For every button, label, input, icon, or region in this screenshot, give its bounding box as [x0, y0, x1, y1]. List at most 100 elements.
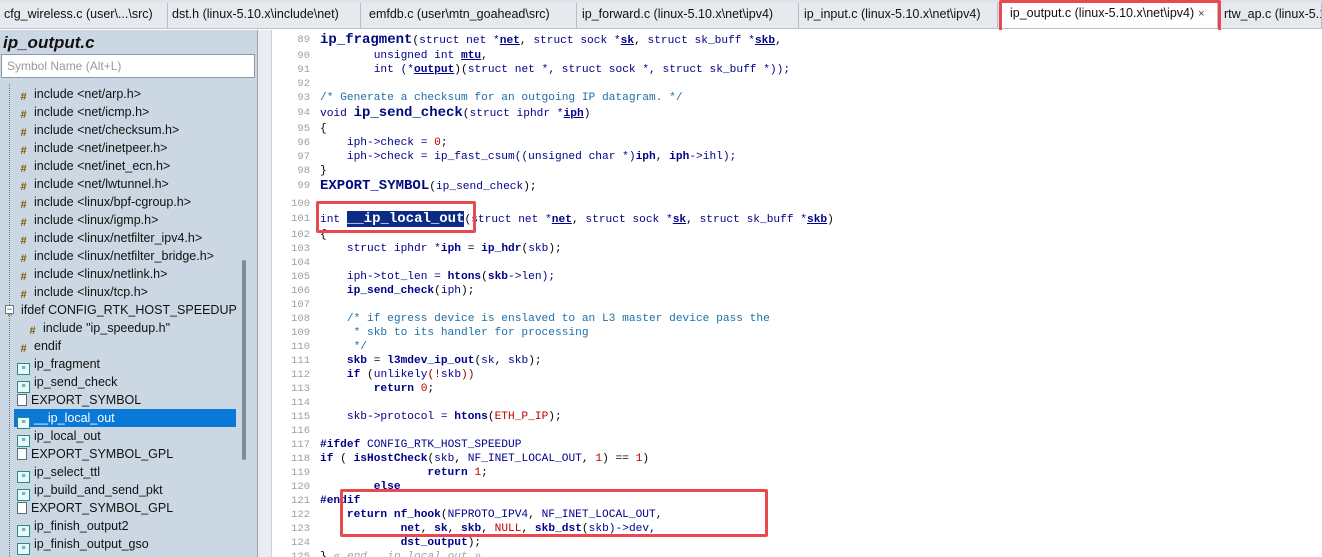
code-line[interactable]: 113 return 0;: [272, 382, 434, 396]
code-line[interactable]: 93 /* Generate a checksum for an outgoing…: [272, 91, 682, 105]
symbol-item[interactable]: ≡ ip_select_ttl: [17, 463, 100, 483]
code-line[interactable]: 122 return nf_hook(NFPROTO_IPV4, NF_INET…: [272, 508, 662, 522]
code-line[interactable]: 112 if (unlikely(!skb)): [272, 368, 474, 382]
code-line[interactable]: 123 net, sk, skb, NULL, skb_dst(skb)->de…: [272, 522, 656, 536]
tab-emfdb-c[interactable]: emfdb.c (user\mtn_goahead\src): [361, 3, 577, 28]
code-token: skb: [461, 523, 482, 535]
code-token: mtu: [461, 50, 482, 62]
tab-ip-input-c[interactable]: ip_input.c (linux-5.10.x\net\ipv4): [799, 3, 998, 28]
symbol-search-input[interactable]: [1, 54, 255, 78]
code-line[interactable]: 115 skb->protocol = htons(ETH_P_IP);: [272, 410, 562, 424]
code-token: iph: [635, 151, 656, 163]
symbol-item[interactable]: ≡ ip_build_and_send_pkt: [17, 481, 163, 501]
code-line[interactable]: 103 struct iphdr *iph = ip_hdr(skb);: [272, 242, 562, 256]
code-line[interactable]: 120 else: [272, 480, 400, 494]
symbol-item[interactable]: ≡ __ip_local_out: [14, 409, 236, 429]
symbol-item[interactable]: # endif: [17, 337, 61, 355]
code-token: ip_send_check: [353, 105, 463, 121]
code-editor[interactable]: 89 ip_fragment(struct net *net, struct so…: [272, 30, 1322, 557]
code-line[interactable]: 124 dst_output);: [272, 536, 481, 550]
code-text: * skb to its handler for processing: [320, 326, 589, 340]
code-line[interactable]: 91 int (*output)(struct net *, struct so…: [272, 63, 790, 77]
symbol-item[interactable]: #ifdef CONFIG_RTK_HOST_SPEEDUP: [4, 301, 236, 319]
tab-rtw-ap-c[interactable]: rtw_ap.c (linux-5.10: [1218, 3, 1322, 28]
code-line[interactable]: 106 ip_send_check(iph);: [272, 284, 474, 298]
line-number: 90: [297, 50, 310, 62]
code-token: struct: [320, 243, 388, 255]
symbol-item[interactable]: ≡ ip_local_out: [17, 427, 101, 447]
code-line[interactable]: 107: [272, 298, 310, 312]
symbol-item[interactable]: # include <linux/netfilter_ipv4.h>: [17, 229, 202, 247]
symbol-item[interactable]: # include "ip_speedup.h": [26, 319, 170, 337]
code-line[interactable]: 95 {: [272, 122, 326, 136]
symbol-item[interactable]: # include <linux/netfilter_bridge.h>: [17, 247, 214, 265]
code-token: ;: [427, 383, 435, 395]
include-icon: #: [20, 235, 27, 247]
code-line[interactable]: 98}: [272, 164, 326, 178]
tab-ip-forward-c[interactable]: ip_forward.c (linux-5.10.x\net\ipv4): [577, 3, 799, 28]
symbol-item[interactable]: # include <net/inet_ecn.h>: [17, 157, 170, 175]
code-token: __ip_local_out: [346, 211, 465, 227]
code-line[interactable]: 90 unsigned int mtu,: [272, 49, 487, 63]
code-token: (: [434, 285, 441, 297]
code-line[interactable]: 110 */: [272, 340, 367, 354]
symbol-item[interactable]: EXPORT_SYMBOL_GPL: [17, 499, 173, 517]
symbol-item[interactable]: # include <linux/netlink.h>: [17, 265, 167, 283]
symbol-item[interactable]: # include <linux/tcp.h>: [17, 283, 148, 301]
symbol-item-label: EXPORT_SYMBOL: [31, 393, 142, 407]
code-line[interactable]: 104: [272, 256, 310, 270]
symbol-item[interactable]: EXPORT_SYMBOL_GPL: [17, 445, 173, 463]
code-line[interactable]: 119 return 1;: [272, 466, 488, 480]
code-line[interactable]: 99 EXPORT_SYMBOL(ip_send_check);: [272, 178, 536, 195]
code-line[interactable]: 102 {: [272, 228, 327, 242]
code-line[interactable]: 111 skb = l3mdev_ip_out(sk, skb);: [272, 354, 542, 368]
symbol-item-label: include <linux/netfilter_ipv4.h>: [34, 231, 203, 245]
code-token: unsigned int: [320, 50, 461, 62]
code-line[interactable]: 117 #ifdef CONFIG_RTK_HOST_SPEEDUP: [272, 438, 521, 452]
symbol-item[interactable]: ≡ ip_finish_output_gso: [17, 535, 149, 555]
code-token: ): [642, 453, 650, 465]
code-line[interactable]: 89 ip_fragment(struct net *net, struct so…: [272, 32, 781, 49]
code-line[interactable]: 92: [272, 77, 310, 91]
tab-cfg-wireless[interactable]: cfg_wireless.c (user\...\src): [0, 3, 168, 28]
line-number: 114: [291, 397, 310, 409]
symbol-item[interactable]: EXPORT_SYMBOL: [17, 391, 141, 409]
include-icon: #: [20, 181, 27, 193]
include-icon: #: [20, 289, 27, 301]
symbol-item[interactable]: # include <linux/bpf-cgroup.h>: [17, 193, 191, 211]
symbol-item[interactable]: # include <net/checksum.h>: [17, 121, 179, 139]
code-line[interactable]: 116: [272, 424, 310, 438]
code-line[interactable]: 96 iph->check = 0;: [272, 136, 447, 150]
code-token: sk: [672, 214, 687, 226]
symbol-item[interactable]: ≡ ip_send_check: [17, 373, 117, 393]
collapse-icon[interactable]: −: [5, 305, 14, 314]
code-line[interactable]: 108 /* if egress device is enslaved to a…: [272, 312, 770, 326]
tab-close-icon[interactable]: ×: [1198, 8, 1204, 20]
symbol-item[interactable]: # include <net/inetpeer.h>: [17, 139, 167, 157]
code-line[interactable]: 100: [272, 197, 310, 211]
symbol-item[interactable]: # include <net/icmp.h>: [17, 103, 149, 121]
code-line[interactable]: 121 #endif: [272, 494, 360, 508]
code-line[interactable]: 125} « end __ip_local_out »: [272, 550, 481, 557]
panel-splitter[interactable]: [258, 30, 272, 557]
symbol-list-scrollbar[interactable]: [242, 260, 246, 460]
code-token: struct: [561, 64, 603, 76]
symbol-item[interactable]: # include <net/arp.h>: [17, 85, 141, 103]
include-icon: #: [20, 217, 27, 229]
code-line[interactable]: 94 void ip_send_check(struct iphdr *iph): [272, 105, 590, 122]
code-line[interactable]: 109 * skb to its handler for processing: [272, 326, 588, 340]
symbol-item[interactable]: # include <linux/igmp.h>: [17, 211, 158, 229]
tab-ip-output-c[interactable]: ip_output.c (linux-5.10.x\net\ipv4) ×: [1001, 1, 1218, 28]
code-line[interactable]: 101 int __ip_local_out(struct net *net, s…: [272, 211, 834, 228]
code-line[interactable]: 118 if ( isHostCheck(skb, NF_INET_LOCAL_O…: [272, 452, 649, 466]
symbol-item[interactable]: ≡ ip_fragment: [17, 355, 100, 375]
symbol-item[interactable]: # include <net/lwtunnel.h>: [17, 175, 168, 193]
code-line[interactable]: 105 iph->tot_len = htons(skb->len);: [272, 270, 555, 284]
line-number: 107: [291, 299, 310, 311]
code-line[interactable]: 97 iph->check = ip_fast_csum((unsigned c…: [272, 150, 736, 164]
code-token: ,: [528, 509, 542, 521]
tab-dst-h[interactable]: dst.h (linux-5.10.x\include\net): [168, 3, 361, 28]
code-line[interactable]: 114: [272, 396, 310, 410]
code-text: if (unlikely(!skb)): [320, 368, 475, 382]
symbol-item[interactable]: ≡ ip_finish_output2: [17, 517, 129, 537]
